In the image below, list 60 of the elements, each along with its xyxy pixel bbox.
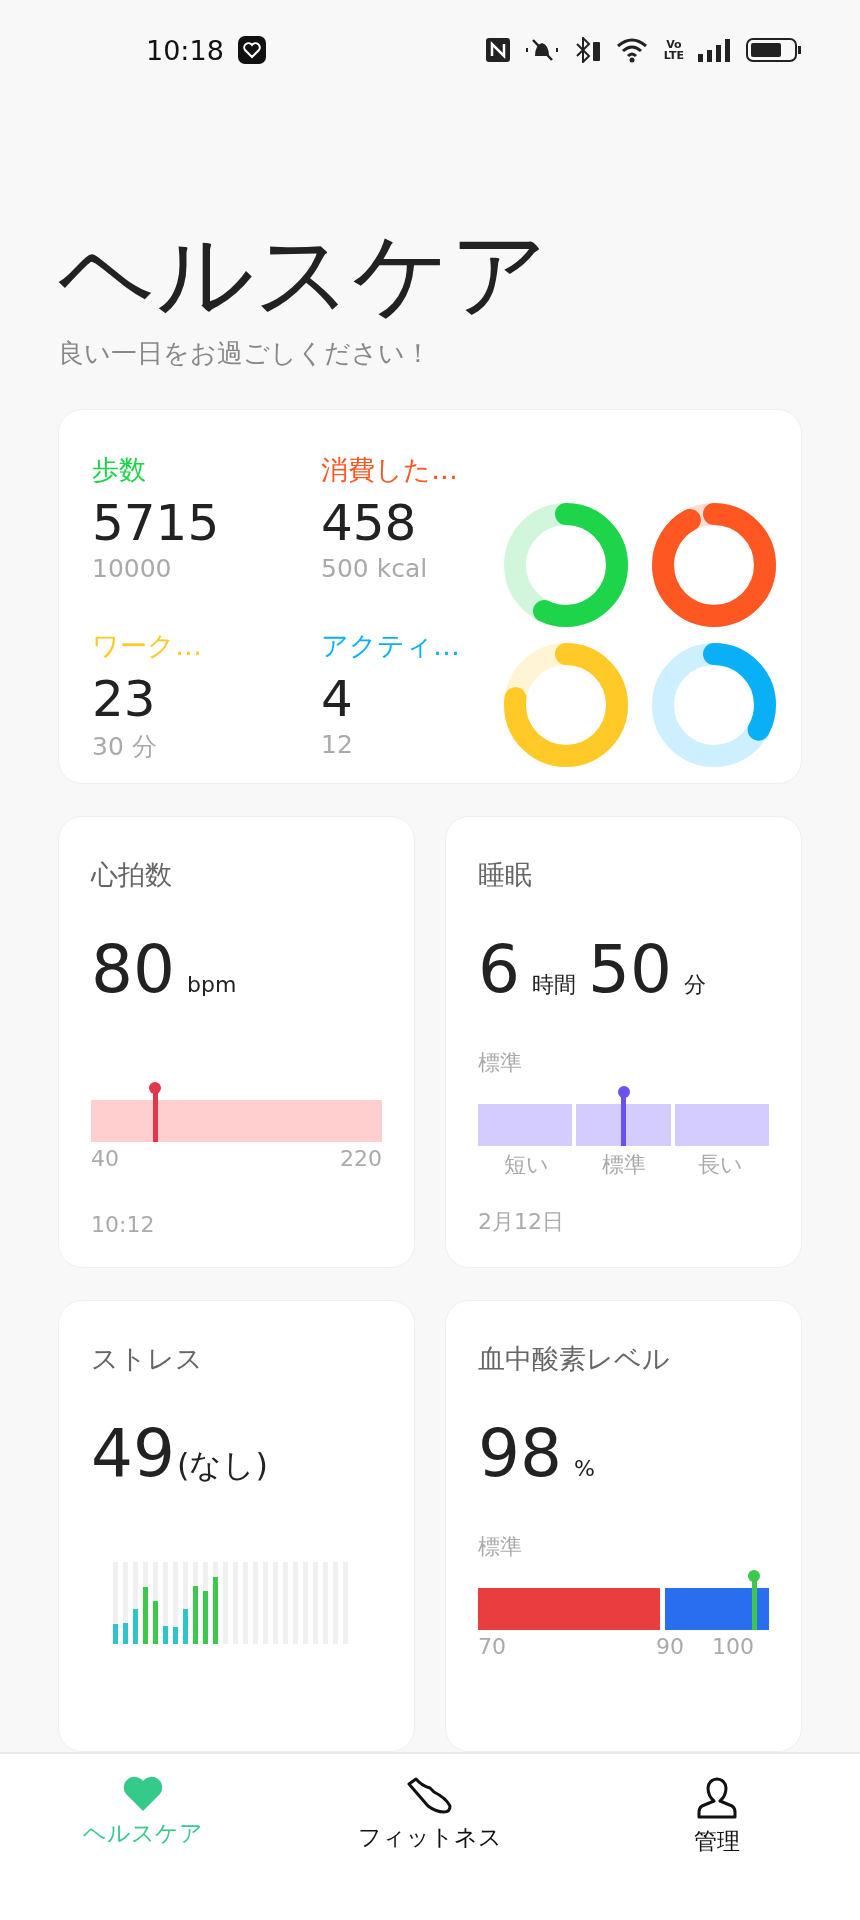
stress-value: 49 [91,1415,175,1492]
blood-oxygen-card[interactable]: 血中酸素レベル 98 % 標準 70 90 100 [445,1300,802,1752]
metric-goal: 30 分 [92,731,158,764]
summary-card[interactable]: 歩数 5715 10000 消費した… 458 500 kcal ワーク… 23 30 分 アクティ… 4 12 [58,408,802,784]
axis-label: 220 [340,1146,382,1171]
oxygen-value: 98 [478,1415,562,1492]
signal-icon [698,38,732,62]
metric-value: 4 [321,670,354,729]
metric-label: 歩数 [92,452,147,487]
metric-value: 458 [321,493,418,552]
axis-label: 90 [656,1634,684,1659]
metric-label: ワーク… [92,629,203,664]
value-marker [149,1082,161,1142]
stress-card[interactable]: ストレス 49(なし) [58,1300,415,1752]
nav-tab[interactable]: フィットネス [286,1776,574,1853]
card-title: 心拍数 [91,858,173,892]
measured-time: 10:12 [91,1212,156,1237]
unit-label: 時間 [532,971,576,999]
metric-value: 5715 [92,493,221,552]
segment-label: 短い [503,1151,550,1179]
nav-tab[interactable]: 管理 [573,1776,860,1857]
value-marker [617,1086,630,1146]
metric-label: 消費した… [321,452,459,487]
metric-goal: 500 kcal [321,553,429,583]
segment-label: 長い [697,1151,744,1179]
sleep-card[interactable]: 睡眠 6 時間 50 分 標準 短い 標準 長い 2月12日 [445,816,802,1268]
muted-bell-icon [523,37,560,63]
axis-label: 100 [712,1634,754,1659]
unit-label: 分 [684,971,706,999]
card-title: ストレス [91,1342,204,1376]
metric-value: 23 [92,670,157,729]
metric-label: アクティ… [321,629,461,664]
sleep-hours: 6 [478,931,520,1008]
status-time: 10:18 [146,34,224,66]
sleep-date: 2月12日 [478,1208,565,1236]
heart-icon [122,1776,165,1812]
value-marker [748,1570,761,1630]
greeting-text: 良い一日をお過ごしください！ [58,336,432,370]
person-icon [695,1776,738,1820]
unit-label: % [574,1456,595,1481]
card-title: 血中酸素レベル [478,1342,671,1376]
heart-rate-card[interactable]: 心拍数 80 bpm 40 220 10:12 [58,816,415,1268]
heart-rate-value: 80 [91,931,175,1008]
status-label: 標準 [478,1049,523,1077]
metric-goal: 12 [321,730,354,760]
segment-label: 標準 [600,1151,647,1179]
volte-icon: Vo LTE [663,39,684,61]
stress-status: (なし) [177,1445,268,1486]
status-label: 標準 [478,1533,523,1561]
unit-label: bpm [187,972,237,997]
card-title: 睡眠 [478,858,533,892]
axis-label: 70 [478,1634,506,1659]
nfc-icon [485,38,510,62]
metric-goal: 10000 [92,553,173,583]
battery-icon [746,37,802,63]
sleep-minutes: 50 [588,931,672,1008]
bluetooth-icon [573,37,602,63]
page-title: ヘルスケア [58,222,549,328]
axis-label: 40 [91,1146,119,1171]
shoe-icon [406,1776,454,1816]
